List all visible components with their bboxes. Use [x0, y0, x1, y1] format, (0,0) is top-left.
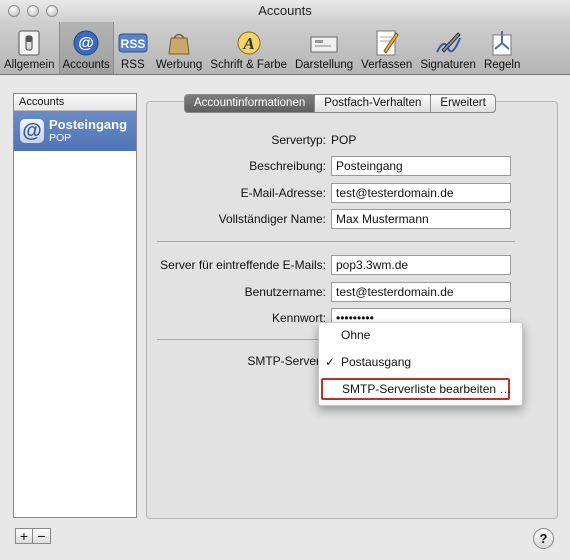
toolbar-label: Signaturen	[420, 59, 476, 71]
full-name-field[interactable]: Max Mustermann	[331, 209, 511, 229]
email-label: E-Mail-Adresse:	[240, 186, 326, 200]
rules-icon	[487, 29, 517, 57]
menu-item-ohne[interactable]: Ohne	[319, 325, 522, 345]
username-field[interactable]: test@testerdomain.de	[331, 282, 511, 302]
account-list-item[interactable]: @ Posteingang POP	[14, 111, 136, 151]
accounts-sidebar: Accounts @ Posteingang POP	[13, 93, 137, 518]
servertyp-value: POP	[331, 133, 357, 147]
beschreibung-field[interactable]: Posteingang	[331, 156, 511, 176]
toolbar-label: RSS	[120, 59, 145, 71]
minimize-button[interactable]	[27, 5, 39, 17]
window-title: Accounts	[258, 3, 312, 18]
at-sign-icon: @	[20, 119, 44, 143]
tab-bar: Accountinformationen Postfach-Verhalten …	[184, 94, 496, 113]
checkmark-icon: ✓	[325, 355, 336, 369]
incoming-server-label: Server für eintreffende E-Mails:	[160, 258, 326, 272]
tab-accountinformationen[interactable]: Accountinformationen	[185, 95, 316, 112]
tab-erweitert[interactable]: Erweitert	[431, 95, 494, 112]
username-label: Benutzername:	[244, 285, 326, 299]
divider	[157, 241, 515, 242]
rss-icon: RSS	[118, 29, 148, 57]
svg-text:A: A	[242, 34, 254, 53]
toolbar-item-signaturen[interactable]: Signaturen	[416, 22, 480, 74]
menu-item-postausgang[interactable]: ✓ Postausgang	[319, 352, 522, 372]
smtp-server-label: SMTP-Server	[247, 354, 320, 368]
switch-icon	[14, 29, 44, 57]
toolbar-label: Allgemein	[4, 59, 55, 71]
toolbar-item-rss[interactable]: RSS RSS	[114, 22, 152, 74]
toolbar-item-verfassen[interactable]: Verfassen	[357, 22, 416, 74]
toolbar-label: Darstellung	[294, 59, 354, 71]
viewing-icon	[309, 29, 339, 57]
toolbar-item-allgemein[interactable]: Allgemein	[0, 22, 59, 74]
junk-bag-icon	[164, 29, 194, 57]
toolbar-label: Regeln	[483, 59, 521, 71]
at-sign-icon: @	[71, 29, 101, 57]
close-button[interactable]	[8, 5, 20, 17]
beschreibung-label: Beschreibung:	[249, 159, 326, 173]
account-name: Posteingang	[49, 117, 128, 132]
toolbar-label: Schrift & Farbe	[210, 59, 287, 71]
sidebar-header: Accounts	[14, 94, 136, 111]
servertyp-label: Servertyp:	[271, 133, 326, 147]
toolbar-item-werbung[interactable]: Werbung	[152, 22, 206, 74]
incoming-server-field[interactable]: pop3.3wm.de	[331, 255, 511, 275]
email-field[interactable]: test@testerdomain.de	[331, 183, 511, 203]
window-controls	[8, 5, 58, 17]
account-type: POP	[49, 132, 72, 144]
signature-icon	[433, 29, 463, 57]
title-bar: Accounts	[0, 0, 570, 22]
toolbar: Allgemein @ Accounts RSS RSS Werbung A S…	[0, 22, 570, 75]
svg-text:RSS: RSS	[120, 37, 145, 51]
svg-text:@: @	[78, 35, 94, 52]
toolbar-label: Accounts	[62, 59, 110, 71]
help-button[interactable]: ?	[533, 528, 554, 549]
add-account-button[interactable]: +	[15, 528, 33, 544]
compose-icon	[372, 29, 402, 57]
toolbar-item-accounts[interactable]: @ Accounts	[58, 22, 114, 74]
tab-postfach-verhalten[interactable]: Postfach-Verhalten	[315, 95, 432, 112]
font-icon: A	[234, 29, 264, 57]
sidebar-buttons: + −	[15, 528, 51, 544]
full-name-label: Vollständiger Name:	[218, 212, 326, 226]
zoom-button[interactable]	[46, 5, 58, 17]
toolbar-label: Verfassen	[361, 59, 413, 71]
menu-item-edit-smtp-server-list[interactable]: SMTP-Serverliste bearbeiten …	[321, 378, 511, 400]
remove-account-button[interactable]: −	[33, 528, 51, 544]
toolbar-label: Werbung	[155, 59, 203, 71]
password-label: Kennwort:	[271, 311, 326, 325]
toolbar-item-schrift-farbe[interactable]: A Schrift & Farbe	[206, 22, 291, 74]
smtp-server-dropdown-menu: Ohne ✓ Postausgang SMTP-Serverliste bear…	[318, 322, 523, 406]
toolbar-item-darstellung[interactable]: Darstellung	[291, 22, 357, 74]
toolbar-item-regeln[interactable]: Regeln	[480, 22, 524, 74]
